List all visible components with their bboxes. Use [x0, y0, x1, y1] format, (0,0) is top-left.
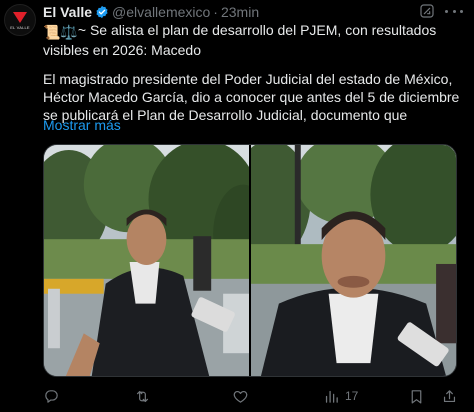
reply-icon: [45, 389, 58, 403]
views-button[interactable]: 17: [323, 387, 358, 405]
grok-icon[interactable]: [419, 3, 435, 19]
scroll-scales-emoji-icon: 📜⚖️: [43, 24, 78, 40]
like-button[interactable]: [232, 387, 249, 405]
el-valle-logo-icon: [13, 12, 27, 23]
tweet-text-paragraph-2: El magistrado presidente del Poder Judic…: [43, 71, 460, 123]
separator-dot: ·: [213, 4, 218, 20]
photo-right[interactable]: [251, 145, 456, 376]
photo-left-image: [44, 145, 249, 376]
views-count: 17: [345, 389, 359, 403]
more-icon[interactable]: [445, 3, 463, 19]
action-bar: 17: [43, 387, 461, 405]
tweet-card[interactable]: EL VALLE El Valle @elvallemexico · 23min…: [0, 0, 474, 412]
share-button[interactable]: [441, 387, 458, 405]
media-grid: [43, 144, 457, 377]
retweet-button[interactable]: [134, 387, 151, 405]
tweet-header: El Valle @elvallemexico · 23min: [43, 3, 259, 21]
tweet-text-line1: ~ Se alista el plan de desarrollo del PJ…: [43, 22, 437, 58]
retweet-icon: [136, 390, 149, 402]
reply-button[interactable]: [43, 387, 60, 405]
show-more-link[interactable]: Mostrar más: [43, 117, 121, 133]
author-handle[interactable]: @elvallemexico: [112, 4, 210, 20]
bookmark-button[interactable]: [408, 387, 425, 405]
views-icon: [325, 390, 338, 403]
tweet-text-paragraph-1: 📜⚖️~ Se alista el plan de desarrollo del…: [43, 21, 461, 59]
verified-badge-icon: [96, 5, 108, 19]
photo-left[interactable]: [44, 145, 249, 376]
author-name[interactable]: El Valle: [43, 4, 92, 20]
like-icon: [233, 390, 248, 403]
photo-right-image: [251, 145, 456, 376]
share-icon: [443, 389, 456, 402]
avatar[interactable]: EL VALLE: [4, 4, 36, 36]
bookmark-icon: [411, 389, 422, 403]
post-time[interactable]: 23min: [221, 4, 259, 20]
avatar-logo-text: EL VALLE: [10, 25, 30, 30]
